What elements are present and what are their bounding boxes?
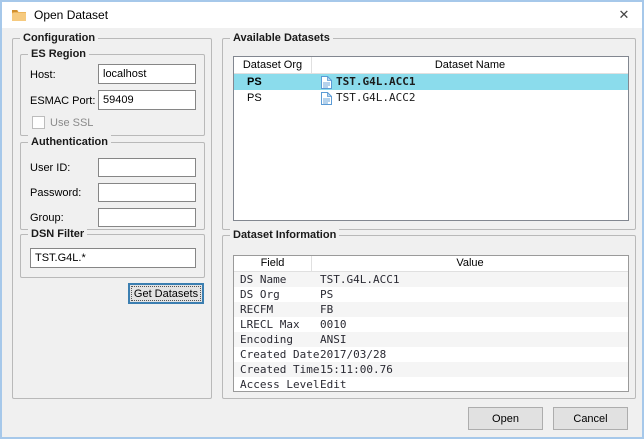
dataset-row-selected[interactable]: PS TST.G4L.ACC1: [234, 74, 628, 90]
info-field: DS Org: [234, 287, 312, 302]
esmac-port-input[interactable]: [98, 90, 196, 110]
password-label: Password:: [30, 187, 81, 199]
info-field: RECFM: [234, 302, 312, 317]
available-datasets-group-title: Available Datasets: [230, 31, 333, 45]
group-label: Group:: [30, 212, 64, 224]
es-region-group-title: ES Region: [28, 47, 89, 61]
dataset-information-group-title: Dataset Information: [230, 228, 339, 242]
info-row: DS Name TST.G4L.ACC1: [234, 272, 628, 287]
cancel-button[interactable]: Cancel: [553, 407, 628, 430]
info-field: Created Date: [234, 347, 312, 362]
info-value: TST.G4L.ACC1: [312, 272, 628, 287]
password-input[interactable]: [98, 183, 196, 202]
dataset-name-value: TST.G4L.ACC2: [336, 90, 415, 106]
group-input[interactable]: [98, 208, 196, 227]
column-value: Value: [312, 256, 628, 271]
open-button[interactable]: Open: [468, 407, 543, 430]
info-field: LRECL Max: [234, 317, 312, 332]
use-ssl-checkbox-box[interactable]: [32, 116, 45, 129]
info-field: DS Name: [234, 272, 312, 287]
info-field: Created Time: [234, 362, 312, 377]
info-row: Access Level Edit: [234, 377, 628, 392]
dataset-information-header: Field Value: [234, 256, 628, 272]
document-icon: [321, 76, 332, 89]
info-row: LRECL Max 0010: [234, 317, 628, 332]
column-dataset-org[interactable]: Dataset Org: [234, 57, 312, 73]
close-button[interactable]: ✕: [606, 2, 642, 28]
info-row: Created Date 2017/03/28: [234, 347, 628, 362]
dsn-filter-input[interactable]: [30, 248, 196, 268]
use-ssl-label: Use SSL: [50, 117, 93, 129]
available-datasets-list[interactable]: Dataset Org Dataset Name PS TST.G4L.ACC1…: [233, 56, 629, 221]
dataset-org-value: PS: [234, 90, 312, 106]
column-field: Field: [234, 256, 312, 271]
info-value: 15:11:00.76: [312, 362, 628, 377]
document-icon: [321, 92, 332, 105]
info-value: Edit: [312, 377, 628, 392]
dataset-name-value: TST.G4L.ACC1: [336, 74, 415, 90]
host-input[interactable]: [98, 64, 196, 84]
get-datasets-button[interactable]: Get Datasets: [128, 283, 204, 304]
column-dataset-name[interactable]: Dataset Name: [312, 57, 628, 73]
dataset-information-table: Field Value DS Name TST.G4L.ACC1 DS Org …: [233, 255, 629, 392]
info-value: PS: [312, 287, 628, 302]
info-value: ANSI: [312, 332, 628, 347]
window-title: Open Dataset: [34, 8, 108, 22]
esmac-port-label: ESMAC Port:: [30, 95, 95, 107]
info-value: 0010: [312, 317, 628, 332]
configuration-group-title: Configuration: [20, 31, 98, 45]
user-id-label: User ID:: [30, 162, 70, 174]
info-row: Encoding ANSI: [234, 332, 628, 347]
info-field: Encoding: [234, 332, 312, 347]
dataset-org-value: PS: [234, 74, 312, 90]
available-datasets-header: Dataset Org Dataset Name: [234, 57, 628, 74]
open-dataset-dialog: Open Dataset ✕ Configuration ES Region H…: [0, 0, 644, 439]
dsn-filter-group-title: DSN Filter: [28, 227, 87, 241]
dataset-row[interactable]: PS TST.G4L.ACC2: [234, 90, 628, 106]
title-bar: Open Dataset ✕: [2, 2, 642, 28]
info-row: DS Org PS: [234, 287, 628, 302]
user-id-input[interactable]: [98, 158, 196, 177]
use-ssl-checkbox[interactable]: Use SSL: [32, 116, 93, 129]
info-field: Access Level: [234, 377, 312, 392]
info-row: RECFM FB: [234, 302, 628, 317]
folder-icon: [11, 8, 27, 22]
info-value: FB: [312, 302, 628, 317]
info-value: 2017/03/28: [312, 347, 628, 362]
authentication-group-title: Authentication: [28, 135, 111, 149]
host-label: Host:: [30, 69, 56, 81]
info-row: Created Time 15:11:00.76: [234, 362, 628, 377]
